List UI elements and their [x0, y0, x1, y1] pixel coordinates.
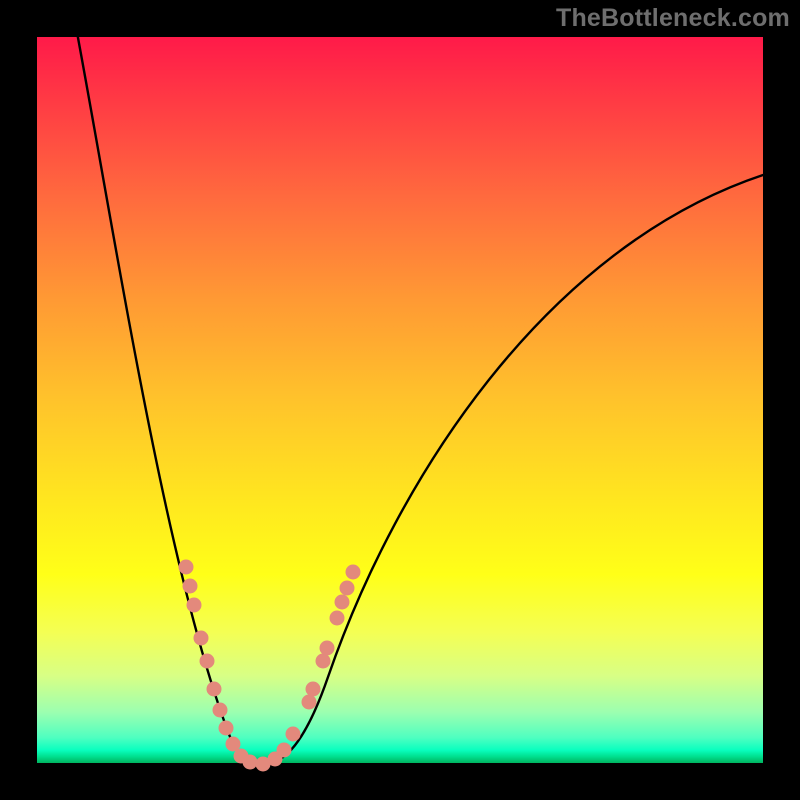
scatter-point [316, 654, 331, 669]
scatter-point [243, 755, 258, 770]
scatter-point [200, 654, 215, 669]
scatter-point [194, 631, 209, 646]
chart-svg [37, 37, 763, 763]
scatter-point [277, 743, 292, 758]
scatter-point [306, 682, 321, 697]
scatter-point [207, 682, 222, 697]
scatter-point [320, 641, 335, 656]
scatter-point [335, 595, 350, 610]
scatter-point [183, 579, 198, 594]
scatter-point [302, 695, 317, 710]
scatter-point [213, 703, 228, 718]
scatter-point [286, 727, 301, 742]
bottleneck-curve [76, 27, 763, 763]
scatter-point [179, 560, 194, 575]
watermark-text: TheBottleneck.com [556, 4, 790, 33]
scatter-point [346, 565, 361, 580]
plot-area [37, 37, 763, 763]
scatter-point [219, 721, 234, 736]
chart-frame: TheBottleneck.com [0, 0, 800, 800]
scatter-point [187, 598, 202, 613]
scatter-point [330, 611, 345, 626]
scatter-point [340, 581, 355, 596]
